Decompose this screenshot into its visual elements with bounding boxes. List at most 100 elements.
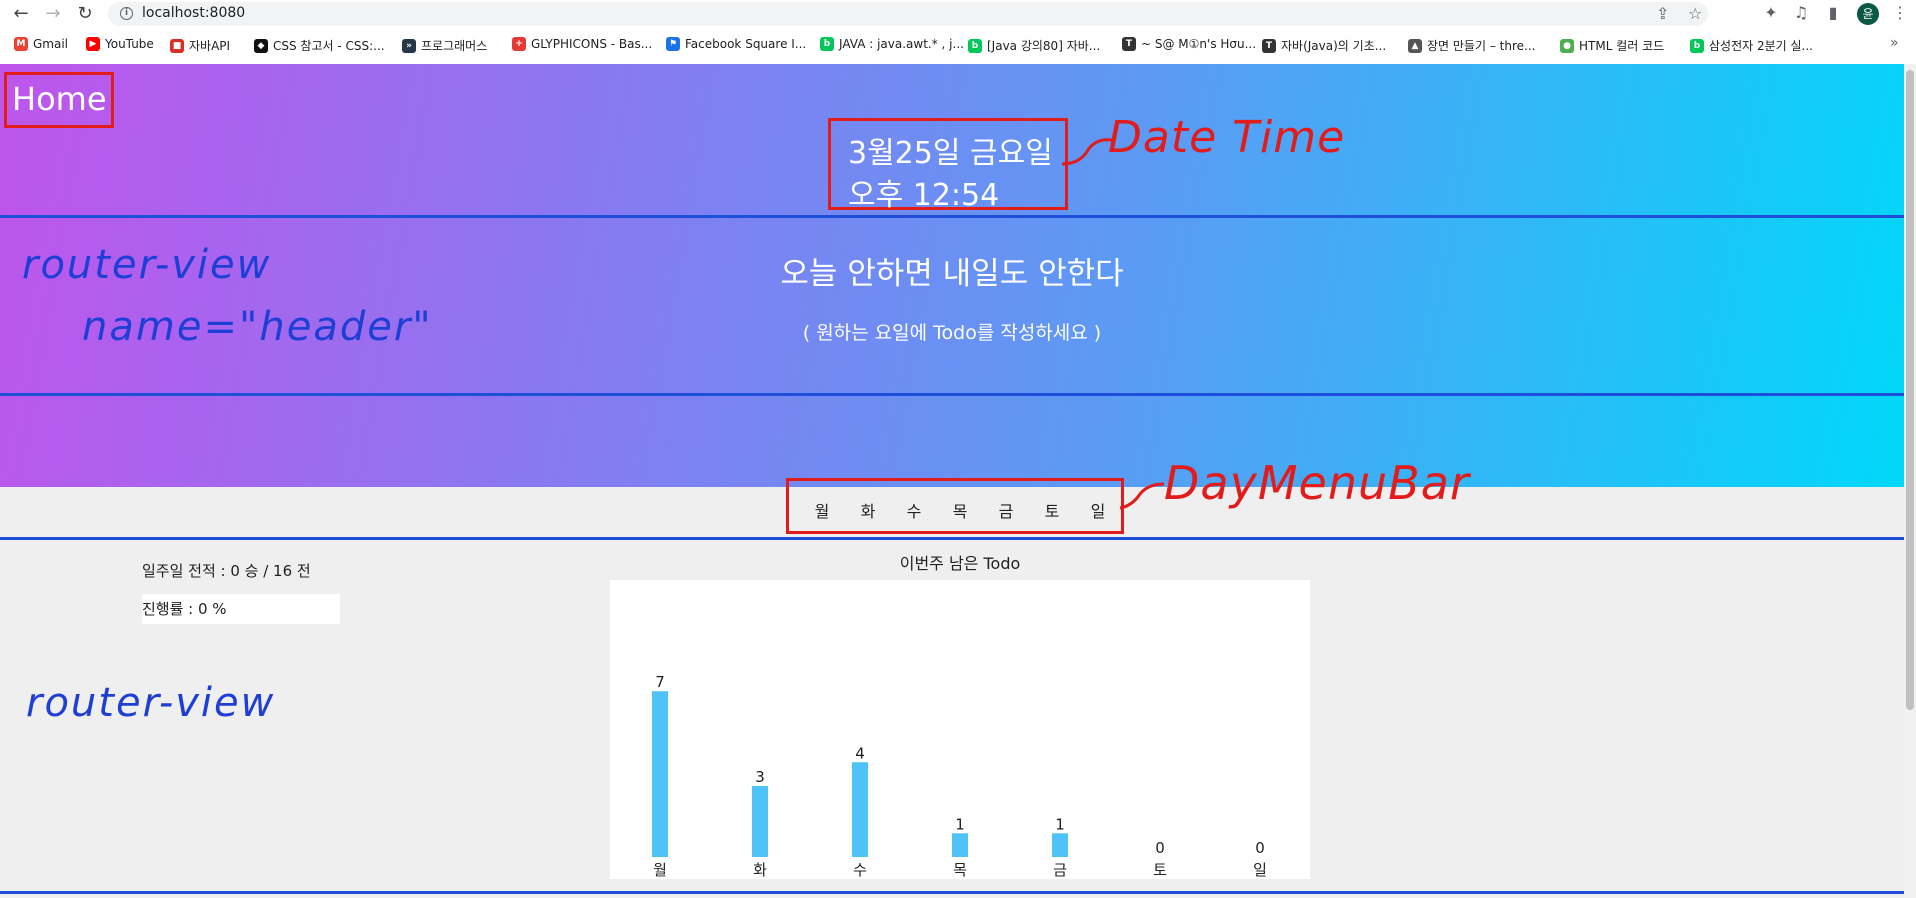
scrollbar-thumb[interactable] — [1906, 70, 1914, 710]
day-tab[interactable]: 수 — [904, 498, 924, 522]
chart-value-label: 3 — [755, 768, 765, 786]
chart-value-label: 4 — [855, 744, 865, 762]
bookmark-label: 장면 만들기 – thre... — [1427, 39, 1536, 53]
bookmark-label: Facebook Square I... — [685, 37, 807, 51]
more-bookmarks-icon[interactable]: » — [1890, 35, 1899, 51]
main-divider-top — [0, 537, 1906, 540]
bookmark-item[interactable]: + GLYPHICONS - Bas... — [512, 37, 652, 51]
bookmark-label: 자바API — [189, 39, 231, 53]
time-text: 오후 12:54 — [848, 178, 1000, 213]
chart-bar — [752, 785, 768, 857]
bookmark-item[interactable]: » 프로그래머스 — [402, 37, 487, 54]
instruction-text: ( 원하는 요일에 Todo를 작성하세요 ) — [802, 322, 1102, 344]
gmail-icon: M — [14, 37, 28, 51]
bookmark-item[interactable]: ▶ YouTube — [86, 37, 154, 51]
reload-icon[interactable]: ↻ — [74, 3, 96, 25]
day-menu-bar: 월화수목금토일 — [790, 486, 1120, 530]
bookmark-label: Gmail — [33, 37, 69, 51]
chart-value-label: 1 — [1055, 815, 1065, 833]
naver-blog-icon: b — [968, 38, 982, 53]
chart-category-label: 금 — [1053, 861, 1067, 879]
flag-icon: ⚑ — [666, 37, 680, 51]
bookmark-item[interactable]: M Gmail — [14, 37, 68, 51]
bookmark-label: [Java 강의80] 자바... — [987, 39, 1101, 53]
todo-chart: 7 월 3 화 4 수 1 목 1 금 0 토 0 일 — [610, 580, 1310, 879]
naver-blog-icon: b — [820, 37, 834, 51]
youtube-icon: ▶ — [86, 37, 100, 51]
datetime-annotation: Date Time — [1108, 112, 1346, 163]
chart-value-label: 0 — [1255, 839, 1265, 857]
day-tab[interactable]: 토 — [1042, 498, 1062, 522]
bookmark-label: HTML 컬러 코드 — [1579, 39, 1665, 53]
bookmark-item[interactable]: b JAVA : java.awt.* , j... — [820, 37, 964, 51]
naver-blog-icon: b — [1690, 38, 1704, 53]
main-divider-bottom — [0, 891, 1916, 894]
chart-title: 이번주 남은 Todo — [899, 554, 1021, 573]
header-divider-top — [0, 215, 1906, 218]
color-wheel-icon: ● — [1560, 38, 1574, 53]
bookmark-label: 자바(Java)의 기초... — [1281, 39, 1387, 53]
day-tab[interactable]: 화 — [858, 498, 878, 522]
browser-menu-icon[interactable]: ⋮ — [1892, 3, 1908, 22]
page-scrollbar[interactable] — [1904, 64, 1916, 898]
back-icon[interactable]: ← — [10, 3, 32, 25]
bookmark-item[interactable]: T 자바(Java)의 기초... — [1262, 37, 1386, 54]
chart-value-label: 0 — [1155, 839, 1165, 857]
weekly-record-text: 일주일 전적 : 0 승 / 16 전 — [142, 562, 311, 580]
bookmark-item[interactable]: T ~ S@ M①n's Hσu... — [1122, 37, 1256, 51]
bookmark-label: ~ S@ M①n's Hσu... — [1141, 37, 1257, 51]
bookmark-item[interactable]: ◆ CSS 참고서 - CSS:... — [254, 37, 385, 54]
extensions-icon[interactable]: ✦ — [1760, 3, 1782, 22]
threejs-icon: ▲ — [1408, 38, 1422, 53]
glyphicons-icon: + — [512, 37, 526, 51]
site-info-icon[interactable]: i — [120, 7, 133, 20]
bookmark-item[interactable]: ▲ 장면 만들기 – thre... — [1408, 37, 1535, 54]
url-text[interactable]: localhost:8080 — [142, 5, 245, 21]
chart-bar — [652, 691, 668, 857]
day-tab[interactable]: 일 — [1088, 498, 1108, 522]
chart-category-label: 월 — [653, 861, 667, 879]
day-tab[interactable]: 금 — [996, 498, 1016, 522]
programmers-icon: » — [402, 38, 416, 53]
chart-bar — [952, 833, 968, 857]
browser-nav-row: ← → ↻ i localhost:8080 ☆ ⇪ ✦ ♫ ▮ 윤 ⋮ — [0, 0, 1916, 28]
todo-chart-svg: 7 월 3 화 4 수 1 목 1 금 0 토 0 일 — [652, 673, 1267, 879]
bookmark-red-icon: ■ — [170, 38, 184, 53]
bookmarks-bar: M Gmail ▶ YouTube ■ 자바API ◆ CSS 참고서 - CSS:... » 프… — [0, 34, 1916, 58]
bookmark-item[interactable]: b 삼성전자 2분기 실... — [1690, 37, 1813, 54]
profile-avatar[interactable]: 윤 — [1857, 3, 1879, 25]
chart-bar — [852, 762, 868, 857]
chart-category-label: 목 — [953, 861, 967, 879]
chart-category-label: 수 — [853, 861, 867, 879]
bookmark-item[interactable]: ● HTML 컬러 코드 — [1560, 37, 1664, 54]
forward-icon[interactable]: → — [42, 3, 64, 25]
header-divider-bottom — [0, 393, 1916, 396]
share-icon[interactable]: ⇪ — [1656, 4, 1669, 23]
main-view-annotation: router-view — [26, 680, 276, 726]
day-tab[interactable]: 월 — [812, 498, 832, 522]
motto-text: 오늘 안하면 내일도 안한다 — [780, 256, 1124, 292]
chart-value-label: 1 — [955, 815, 965, 833]
bookmark-item[interactable]: ⚑ Facebook Square I... — [666, 37, 806, 51]
side-panel-icon[interactable]: ▮ — [1822, 3, 1844, 22]
datetime-pointer — [1061, 138, 1113, 166]
media-icon[interactable]: ♫ — [1790, 3, 1812, 22]
bookmark-item[interactable]: ■ 자바API — [170, 37, 230, 54]
browser-chrome: ← → ↻ i localhost:8080 ☆ ⇪ ✦ ♫ ▮ 윤 ⋮ M Gm… — [0, 0, 1916, 65]
chart-category-label: 일 — [1253, 861, 1267, 879]
bookmark-label: YouTube — [105, 37, 154, 51]
chart-value-label: 7 — [655, 673, 665, 691]
address-bar[interactable]: i localhost:8080 ☆ ⇪ — [108, 2, 1708, 26]
mdn-icon: ◆ — [254, 38, 268, 53]
home-link[interactable]: Home — [12, 80, 107, 118]
bookmark-item[interactable]: b [Java 강의80] 자바... — [968, 37, 1100, 54]
bookmark-label: GLYPHICONS - Bas... — [531, 37, 653, 51]
day-tab[interactable]: 목 — [950, 498, 970, 522]
daymenubar-annotation: DayMenuBar — [1164, 456, 1470, 510]
tistory-icon: T — [1262, 38, 1276, 53]
chart-bar — [1052, 833, 1068, 857]
daymenubar-pointer — [1119, 482, 1165, 510]
bookmark-star-icon[interactable]: ☆ — [1688, 4, 1702, 23]
chart-category-label: 화 — [753, 861, 767, 879]
bookmark-label: CSS 참고서 - CSS:... — [273, 39, 385, 53]
